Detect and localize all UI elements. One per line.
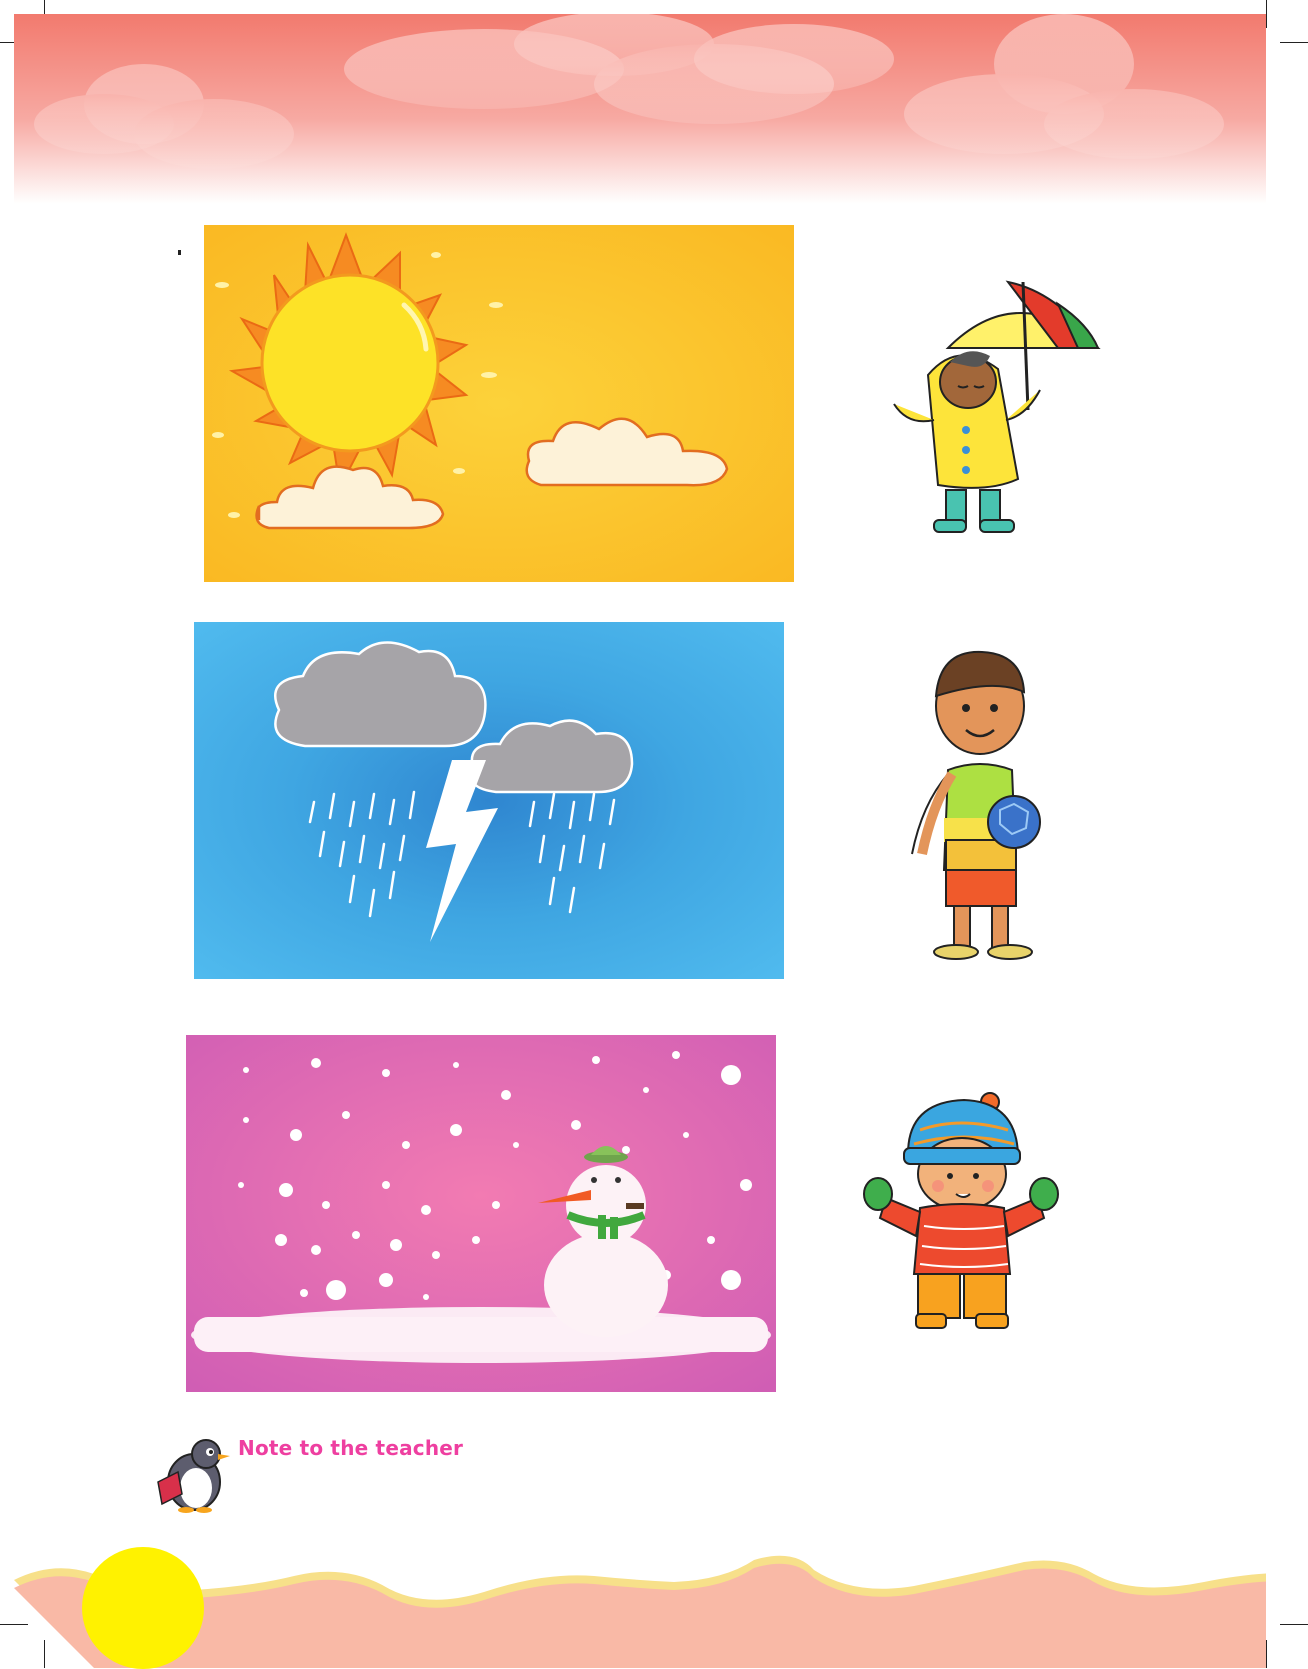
note-to-teacher-label: Note to the teacher	[238, 1436, 464, 1460]
child-winter-icon	[863, 1092, 1059, 1329]
child-summer	[900, 650, 1060, 966]
rainy-panel	[194, 622, 784, 979]
child-winter	[860, 1090, 1060, 1340]
sun-icon	[204, 225, 794, 582]
crop-mark	[1266, 1640, 1267, 1668]
child-summer-icon	[911, 650, 1041, 960]
stray-mark	[178, 250, 181, 255]
snowy-panel	[186, 1035, 776, 1392]
crop-mark	[1266, 0, 1267, 28]
child-raincoat-icon	[893, 280, 1101, 533]
footer-sun-icon	[82, 1547, 204, 1669]
child-raincoat	[888, 270, 1110, 546]
penguin-mascot	[148, 1436, 234, 1514]
penguin-icon	[157, 1439, 230, 1513]
thunderstorm-icon	[194, 622, 784, 979]
header-band	[14, 14, 1266, 204]
crop-mark	[1280, 42, 1308, 43]
crop-mark	[1280, 1624, 1308, 1625]
snowman-icon	[186, 1035, 776, 1392]
sunny-panel	[204, 225, 794, 582]
